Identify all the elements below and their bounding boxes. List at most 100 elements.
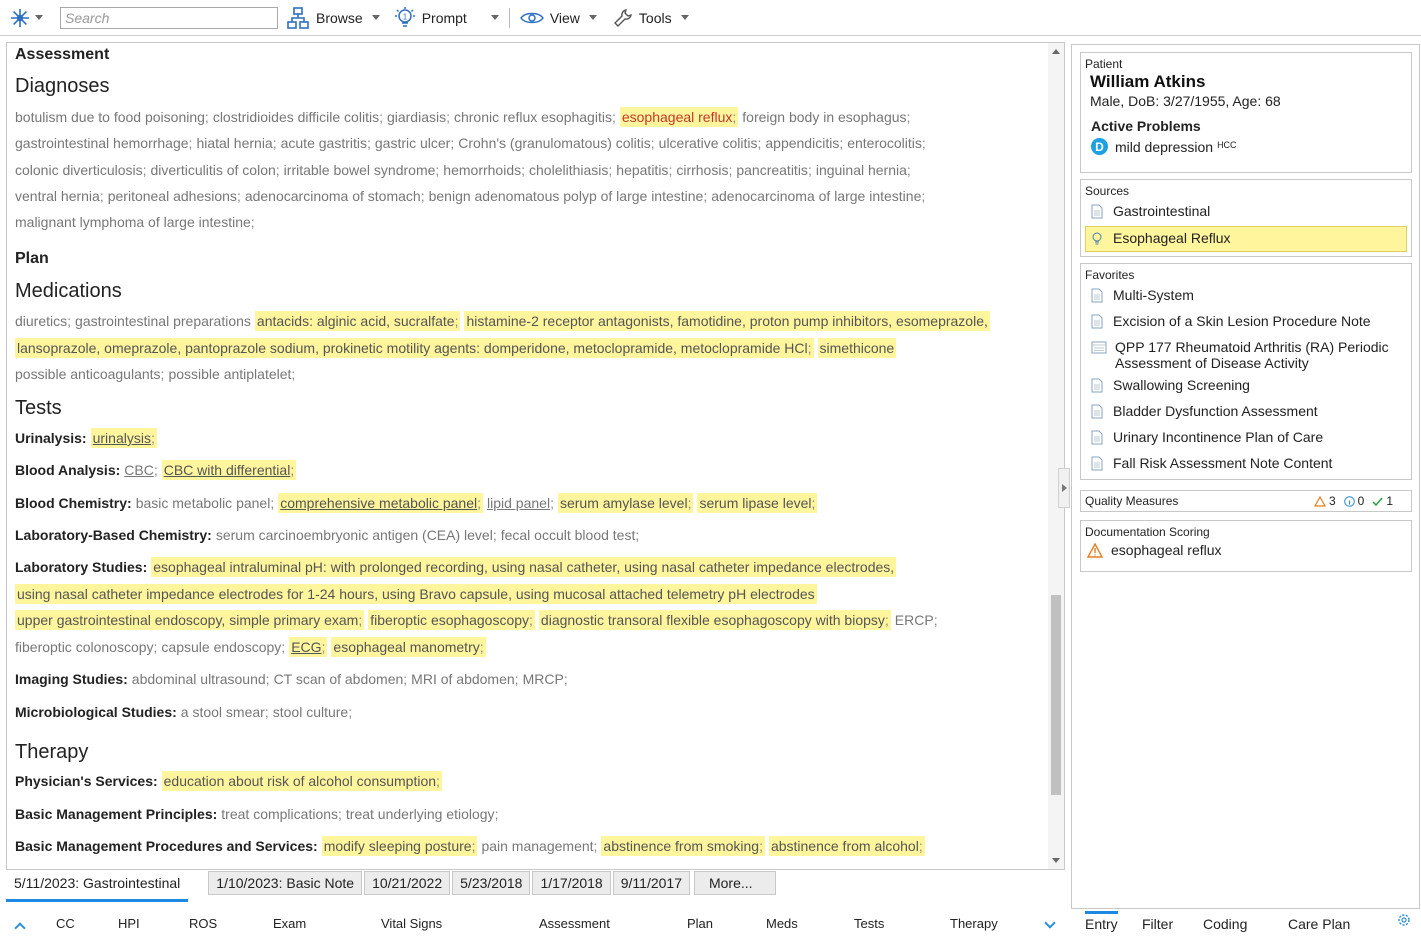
finding-item[interactable]: benign adenomatous polyp of large intest… (429, 188, 708, 204)
finding-item[interactable]: colonic diverticulosis; (15, 162, 147, 178)
tab-coding[interactable]: Coding (1203, 916, 1247, 932)
finding-item[interactable]: Crohn's (granulomatous) colitis; (458, 135, 654, 151)
finding-item[interactable]: basic metabolic panel; (136, 495, 275, 511)
highlighted-finding[interactable]: education about risk of alcohol consumpt… (161, 771, 442, 791)
finding-item[interactable]: lipid panel; (487, 495, 554, 511)
nav-hpi[interactable]: HPI (118, 916, 140, 931)
finding-item[interactable]: hepatitis; (616, 162, 672, 178)
favorite-item[interactable]: Fall Risk Assessment Note Content (1081, 452, 1411, 478)
active-problem-item[interactable]: D mild depression HCC (1081, 134, 1411, 163)
finding-item[interactable]: giardiasis; (387, 109, 450, 125)
highlighted-finding[interactable]: diagnostic transoral flexible esophagosc… (538, 610, 891, 630)
quality-measures-card[interactable]: Quality Measures 3 0 1 (1080, 490, 1412, 512)
favorite-item[interactable]: Bladder Dysfunction Assessment (1081, 400, 1411, 426)
finding-item[interactable]: enterocolitis; (847, 135, 926, 151)
source-item-selected[interactable]: Esophageal Reflux (1085, 226, 1407, 252)
more-tabs-button[interactable]: More... (693, 871, 776, 895)
highlighted-finding[interactable]: serum lipase level; (697, 493, 818, 513)
highlighted-finding[interactable]: esophageal intraluminal pH: with prolong… (151, 557, 897, 577)
tools-button[interactable]: Tools (613, 0, 689, 36)
finding-item[interactable]: acute gastritis; (281, 135, 371, 151)
tab-basic-note[interactable]: 1/10/2023: Basic Note (208, 871, 363, 895)
tab-note-date[interactable]: 9/11/2017 (612, 871, 690, 895)
highlighted-finding[interactable]: upper gastrointestinal endoscopy, simple… (15, 610, 365, 630)
source-item[interactable]: Gastrointestinal (1081, 200, 1411, 226)
tab-care-plan[interactable]: Care Plan (1288, 916, 1350, 932)
tab-entry[interactable]: Entry (1085, 911, 1118, 932)
nav-therapy[interactable]: Therapy (950, 916, 998, 931)
finding-item[interactable]: chronic reflux esophagitis; (454, 109, 616, 125)
app-menu-button[interactable] (0, 0, 52, 36)
finding-item[interactable]: MRI of abdomen; (411, 671, 518, 687)
scoring-item[interactable]: esophageal reflux (1081, 539, 1411, 565)
finding-item[interactable]: gastric ulcer; (375, 135, 454, 151)
finding-item[interactable]: adenocarcinoma of stomach; (245, 188, 425, 204)
favorite-item[interactable]: Excision of a Skin Lesion Procedure Note (1081, 310, 1411, 336)
finding-item[interactable]: hemorrhoids; (443, 162, 525, 178)
highlighted-finding[interactable]: modify sleeping posture; (321, 836, 478, 856)
scroll-up-icon[interactable] (1052, 49, 1060, 54)
highlighted-finding[interactable]: CBC with differential; (161, 460, 297, 480)
highlighted-finding[interactable]: comprehensive metabolic panel; (278, 493, 483, 513)
highlighted-finding[interactable]: histamine-2 receptor antagonists, famoti… (464, 311, 990, 331)
nav-plan[interactable]: Plan (687, 916, 713, 931)
finding-item[interactable]: gastrointestinal hemorrhage; (15, 135, 192, 151)
finding-item[interactable]: pancreatitis; (736, 162, 811, 178)
highlighted-finding[interactable]: abstinence from alcohol; (768, 836, 925, 856)
favorite-item[interactable]: Swallowing Screening (1081, 374, 1411, 400)
highlighted-finding[interactable]: urinalysis; (90, 428, 157, 448)
finding-item[interactable]: ulcerative colitis; (659, 135, 762, 151)
highlighted-finding[interactable]: ECG; (289, 636, 328, 657)
tab-active-note[interactable]: 5/11/2023: Gastrointestinal (6, 870, 189, 902)
finding-item[interactable]: CT scan of abdomen; (274, 671, 408, 687)
finding-item[interactable]: possible antiplatelet; (168, 366, 295, 382)
finding-item[interactable]: abdominal ultrasound; (132, 671, 270, 687)
nav-vital-signs[interactable]: Vital Signs (381, 916, 442, 931)
view-button[interactable]: View (519, 0, 597, 36)
vertical-scrollbar[interactable] (1048, 43, 1064, 869)
finding-item[interactable]: pain management; (481, 838, 597, 854)
nav-cc[interactable]: CC (56, 916, 75, 931)
finding-item[interactable]: inguinal hernia; (816, 162, 911, 178)
finding-item[interactable]: capsule endoscopy; (161, 639, 285, 655)
gear-icon[interactable] (1396, 912, 1412, 928)
chevron-down-icon[interactable] (1044, 917, 1056, 929)
tab-note-date[interactable]: 1/17/2018 (532, 871, 611, 895)
finding-item[interactable]: peritoneal adhesions; (108, 188, 241, 204)
nav-assessment[interactable]: Assessment (539, 916, 610, 931)
highlighted-finding[interactable]: esophageal reflux; (619, 107, 739, 127)
scroll-down-icon[interactable] (1052, 858, 1060, 863)
finding-item[interactable]: fiberoptic colonoscopy; (15, 639, 157, 655)
finding-item[interactable]: possible anticoagulants; (15, 366, 164, 382)
finding-item[interactable]: gastrointestinal preparations (75, 313, 251, 329)
finding-item[interactable]: CBC; (124, 462, 157, 478)
finding-item[interactable]: diuretics; (15, 313, 71, 329)
finding-item[interactable]: MRCP; (523, 671, 568, 687)
finding-item[interactable]: fecal occult blood test; (501, 527, 640, 543)
highlighted-finding[interactable]: antacids: alginic acid, sucralfate; (254, 311, 461, 331)
finding-item[interactable]: botulism due to food poisoning; (15, 109, 209, 125)
finding-item[interactable]: appendicitis; (765, 135, 843, 151)
browse-button[interactable]: Browse (286, 0, 380, 36)
finding-item[interactable]: cirrhosis; (676, 162, 732, 178)
finding-item[interactable]: hiatal hernia; (196, 135, 276, 151)
highlighted-finding[interactable]: using nasal catheter impedance electrode… (15, 583, 817, 604)
finding-item[interactable]: ventral hernia; (15, 188, 104, 204)
nav-ros[interactable]: ROS (189, 916, 217, 931)
finding-item[interactable]: treat underlying etiology; (346, 806, 499, 822)
highlighted-finding[interactable]: lansoprazole, omeprazole, pantoprazole s… (15, 337, 814, 358)
highlighted-finding[interactable]: esophageal manometry; (331, 636, 486, 657)
highlighted-finding[interactable]: fiberoptic esophagoscopy; (368, 610, 535, 630)
highlighted-finding[interactable]: serum amylase level; (557, 493, 694, 513)
nav-exam[interactable]: Exam (273, 916, 306, 931)
favorite-item[interactable]: Urinary Incontinence Plan of Care (1081, 426, 1411, 452)
finding-item[interactable]: treat complications; (221, 806, 342, 822)
finding-item[interactable]: diverticulitis of colon; (151, 162, 280, 178)
finding-item[interactable]: a stool smear; (181, 704, 269, 720)
search-input[interactable] (60, 6, 278, 29)
finding-item[interactable]: irritable bowel syndrome; (284, 162, 440, 178)
panel-collapse-handle[interactable] (1058, 468, 1070, 508)
favorite-item[interactable]: QPP 177 Rheumatoid Arthritis (RA) Period… (1081, 336, 1411, 374)
finding-item[interactable]: serum carcinoembryonic antigen (CEA) lev… (216, 527, 497, 543)
nav-meds[interactable]: Meds (766, 916, 798, 931)
